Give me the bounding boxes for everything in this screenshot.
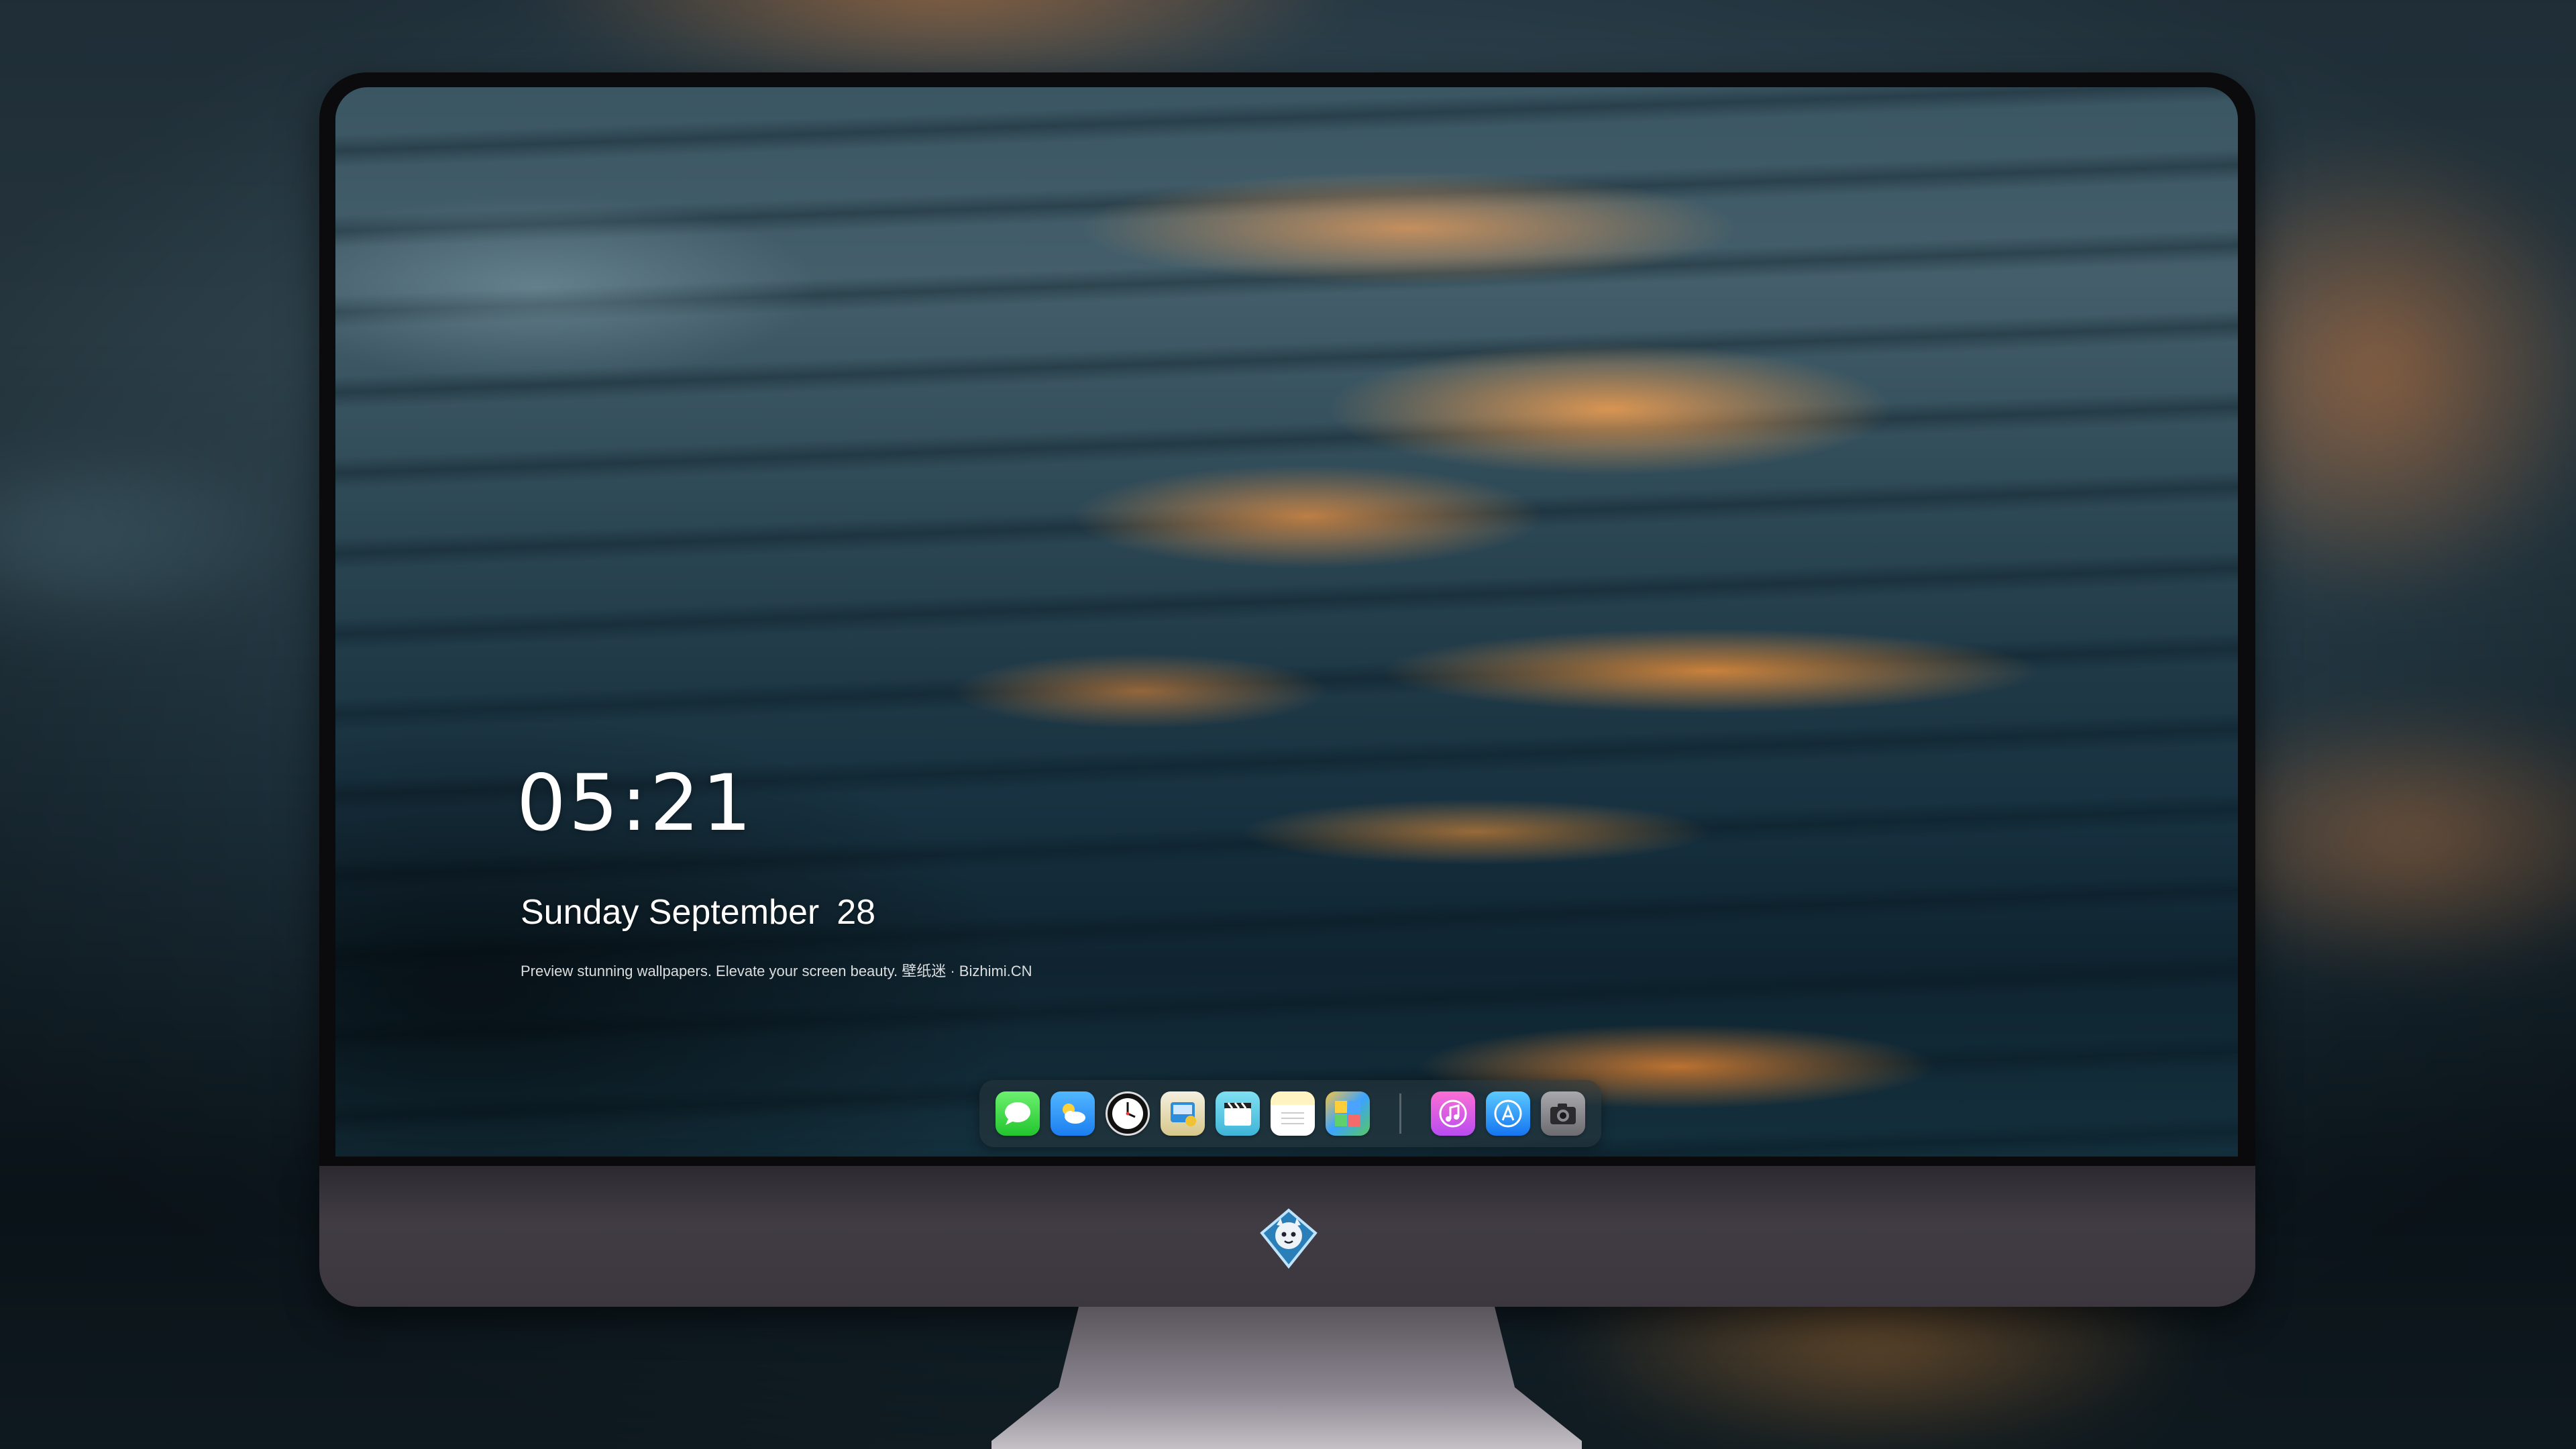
dock-separator — [1399, 1093, 1401, 1134]
desktop-screen: 05:21 Sunday September 28 Preview stunnin… — [335, 87, 2238, 1157]
dock — [979, 1080, 1601, 1147]
weather-icon[interactable] — [1051, 1091, 1095, 1136]
clock-icon[interactable] — [1106, 1091, 1150, 1136]
monitor: 05:21 Sunday September 28 Preview stunnin… — [319, 72, 2255, 1307]
wallpaper-shade — [335, 87, 2238, 1157]
date-weekday-month: Sunday September — [521, 893, 820, 932]
notes-icon[interactable] — [1271, 1091, 1315, 1136]
scene: 05:21 Sunday September 28 Preview stunnin… — [0, 0, 2576, 1449]
monitor-bezel: 05:21 Sunday September 28 Preview stunnin… — [319, 72, 2255, 1166]
lockscreen-date: Sunday September 28 — [521, 892, 875, 932]
lockscreen-tagline: Preview stunning wallpapers. Elevate you… — [521, 963, 1032, 979]
monitor-stand — [991, 1307, 1582, 1449]
photos-icon[interactable] — [1326, 1091, 1370, 1136]
messages-icon[interactable] — [996, 1091, 1040, 1136]
music-icon[interactable] — [1431, 1091, 1475, 1136]
date-day: 28 — [837, 893, 876, 932]
lockscreen-clock: 05:21 — [517, 758, 755, 849]
finder-icon[interactable] — [1161, 1091, 1205, 1136]
brand-logo-icon — [1256, 1206, 1321, 1271]
camera-icon[interactable] — [1541, 1091, 1585, 1136]
app-store-icon[interactable] — [1486, 1091, 1530, 1136]
clips-icon[interactable] — [1216, 1091, 1260, 1136]
